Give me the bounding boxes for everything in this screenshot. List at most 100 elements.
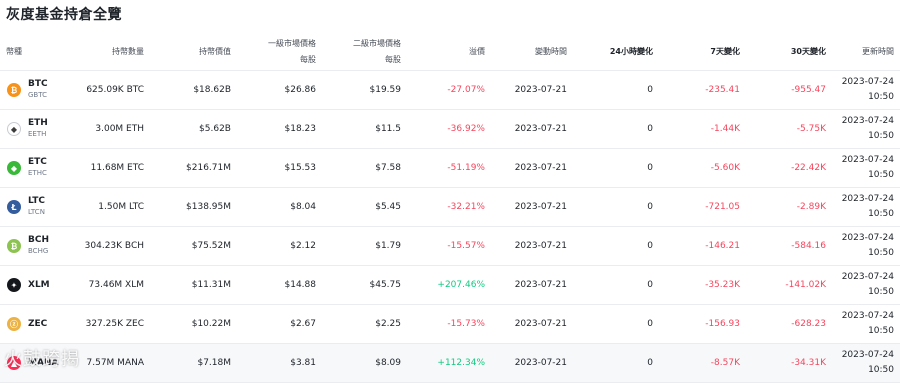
- cell-holdings: 73.46M XLM: [68, 265, 150, 305]
- coin-symbol: ETC: [28, 157, 47, 167]
- header-change-7d[interactable]: 7天變化: [659, 33, 746, 71]
- table-row[interactable]: ₿ BCH BCHG 304.23K BCH $75.52M $2.12 $1.79 -15.…: [0, 226, 900, 266]
- table-row[interactable]: ◆ ETC ETHC 11.68M ETC $216.71M $15.53 $7.58 -51…: [0, 148, 900, 188]
- cell-primary-price: $26.86: [237, 70, 322, 110]
- cell-change-24h: 0: [573, 70, 659, 110]
- header-updated-at[interactable]: 更新時間: [832, 33, 900, 71]
- cell-premium: -36.92%: [407, 109, 491, 149]
- coin-text: BCH BCHG: [28, 235, 49, 257]
- updated-date: 2023-07-24: [841, 77, 894, 87]
- zec-icon: ⓩ: [7, 317, 21, 331]
- cell-holdings-value: $10.22M: [150, 304, 237, 344]
- cell-updated-at: 2023-07-24 10:50: [832, 109, 900, 149]
- cell-secondary-price: $19.59: [322, 70, 407, 110]
- header-change-24h[interactable]: 24小時變化: [573, 33, 659, 71]
- header-secondary-price[interactable]: 二級市場價格 每股: [322, 33, 407, 71]
- cell-coin[interactable]: Ł LTC LTCN: [0, 187, 68, 227]
- cell-secondary-price: $1.79: [322, 226, 407, 266]
- cell-change-24h: 0: [573, 187, 659, 227]
- coin-cell: ◆ ETC ETHC: [7, 157, 62, 179]
- cell-updated-at: 2023-07-24 10:50: [832, 343, 900, 383]
- header-change-7d-label: 7天變化: [710, 46, 740, 56]
- coin-cell: Ł LTC LTCN: [7, 196, 62, 218]
- table-row[interactable]: ₿ BTC GBTC 625.09K BTC $18.62B $26.86 $19.59 -2…: [0, 70, 900, 110]
- coin-cell: ₿ BCH BCHG: [7, 235, 62, 257]
- updated-date: 2023-07-24: [841, 233, 894, 243]
- coin-symbol: XLM: [28, 279, 50, 290]
- cell-primary-price: $15.53: [237, 148, 322, 188]
- cell-premium: +207.46%: [407, 265, 491, 305]
- cell-updated-at: 2023-07-24 10:50: [832, 148, 900, 188]
- page-title: 灰度基金持倉全覽: [6, 7, 122, 23]
- header-change-30d[interactable]: 30天變化: [746, 33, 832, 71]
- cell-coin[interactable]: ₿ BTC GBTC: [0, 70, 68, 110]
- cell-change-date: 2023-07-21: [491, 109, 573, 149]
- updated-time: 10:50: [868, 287, 894, 297]
- trust-ticker: LTCN: [28, 208, 45, 216]
- header-primary-price-label: 一級市場價格: [268, 38, 316, 48]
- coin-symbol: LTC: [28, 196, 45, 206]
- cell-updated-at: 2023-07-24 10:50: [832, 70, 900, 110]
- header-holdings-value[interactable]: 持幣價值: [150, 33, 237, 71]
- coin-text: ZEC: [28, 319, 47, 330]
- cell-coin[interactable]: ₿ BCH BCHG: [0, 226, 68, 266]
- cell-secondary-price: $5.45: [322, 187, 407, 227]
- cell-secondary-price: $45.75: [322, 265, 407, 305]
- cell-coin[interactable]: ◆ ETC ETHC: [0, 148, 68, 188]
- coin-cell: ⓩ ZEC: [7, 317, 62, 331]
- cell-coin[interactable]: ✦ XLM: [0, 265, 68, 305]
- cell-change-7d: -35.23K: [659, 265, 746, 305]
- trust-ticker: EETH: [28, 130, 47, 138]
- cell-holdings: 304.23K BCH: [68, 226, 150, 266]
- cell-change-30d: -34.31K: [746, 343, 832, 383]
- cell-holdings-value: $216.71M: [150, 148, 237, 188]
- cell-change-24h: 0: [573, 109, 659, 149]
- cell-coin[interactable]: ⓩ ZEC: [0, 304, 68, 344]
- xlm-icon: ✦: [7, 278, 21, 292]
- cell-updated-at: 2023-07-24 10:50: [832, 265, 900, 305]
- cell-change-7d: -235.41: [659, 70, 746, 110]
- table-row[interactable]: ▲ MANA 7.57M MANA $7.18M $3.81 $8.09 +112.34% 2…: [0, 343, 900, 383]
- header-holdings[interactable]: 持幣數量: [68, 33, 150, 71]
- coin-cell: ✦ XLM: [7, 278, 62, 292]
- cell-holdings: 7.57M MANA: [68, 343, 150, 383]
- cell-updated-at: 2023-07-24 10:50: [832, 226, 900, 266]
- cell-holdings: 11.68M ETC: [68, 148, 150, 188]
- cell-coin[interactable]: ◆ ETH EETH: [0, 109, 68, 149]
- trust-ticker: BCHG: [28, 247, 49, 255]
- table-header-row: 幣種 持幣數量 持幣價值 一級市場價格 每股 二級市場價格 每股 溢價 變動時間…: [0, 33, 900, 71]
- cell-premium: +112.34%: [407, 343, 491, 383]
- table-row[interactable]: ◆ ETH EETH 3.00M ETH $5.62B $18.23 $11.5 -36.92…: [0, 109, 900, 149]
- cell-updated-at: 2023-07-24 10:50: [832, 304, 900, 344]
- cell-change-7d: -5.60K: [659, 148, 746, 188]
- coin-symbol: BCH: [28, 235, 49, 245]
- header-secondary-price-label: 二級市場價格: [353, 38, 401, 48]
- cell-holdings-value: $18.62B: [150, 70, 237, 110]
- cell-primary-price: $3.81: [237, 343, 322, 383]
- table-row[interactable]: ✦ XLM 73.46M XLM $11.31M $14.88 $45.75 +207.46…: [0, 265, 900, 305]
- coin-text: ETC ETHC: [28, 157, 47, 179]
- cell-change-date: 2023-07-21: [491, 148, 573, 188]
- table-row[interactable]: Ł LTC LTCN 1.50M LTC $138.95M $8.04 $5.45 -32.2…: [0, 187, 900, 227]
- table-row[interactable]: ⓩ ZEC 327.25K ZEC $10.22M $2.67 $2.25 -15.73% 2…: [0, 304, 900, 344]
- ltc-icon: Ł: [7, 200, 21, 214]
- updated-time: 10:50: [868, 248, 894, 258]
- trust-ticker: GBTC: [28, 91, 47, 99]
- cell-secondary-price: $11.5: [322, 109, 407, 149]
- bch-icon: ₿: [7, 239, 21, 253]
- cell-change-24h: 0: [573, 265, 659, 305]
- cell-change-30d: -2.89K: [746, 187, 832, 227]
- updated-time: 10:50: [868, 209, 894, 219]
- coin-cell: ◆ ETH EETH: [7, 118, 62, 140]
- header-change-date[interactable]: 變動時間: [491, 33, 573, 71]
- updated-date: 2023-07-24: [841, 155, 894, 165]
- header-coin[interactable]: 幣種: [0, 33, 68, 71]
- cell-primary-price: $2.67: [237, 304, 322, 344]
- updated-time: 10:50: [868, 170, 894, 180]
- coin-symbol: ETH: [28, 118, 48, 128]
- cell-change-date: 2023-07-21: [491, 187, 573, 227]
- cell-secondary-price: $8.09: [322, 343, 407, 383]
- header-primary-price[interactable]: 一級市場價格 每股: [237, 33, 322, 71]
- header-premium[interactable]: 溢價: [407, 33, 491, 71]
- coin-text: BTC GBTC: [28, 79, 48, 101]
